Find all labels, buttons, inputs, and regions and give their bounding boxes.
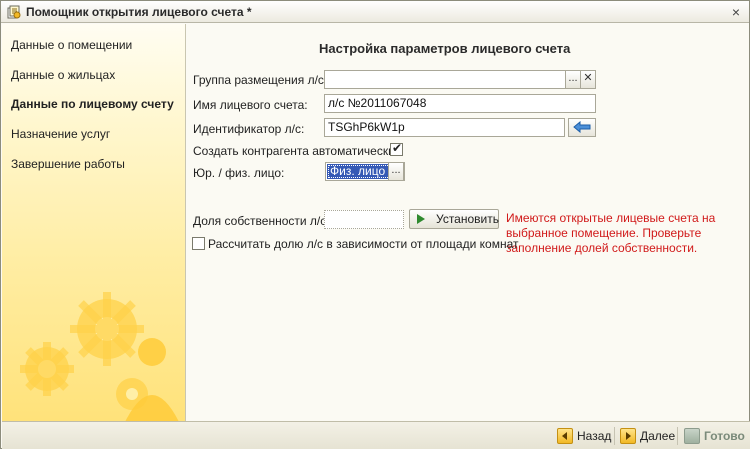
auto-contractor-label: Создать контрагента автоматически xyxy=(193,144,395,158)
back-button[interactable]: Назад xyxy=(557,427,612,445)
back-label: Назад xyxy=(577,429,612,443)
check-icon: ✔ xyxy=(392,141,403,155)
sidebar-item-residents[interactable]: Данные о жильцах xyxy=(11,68,115,82)
sidebar: Данные о помещении Данные о жильцах Данн… xyxy=(2,24,186,421)
auto-contractor-checkbox[interactable]: ✔ xyxy=(390,141,403,156)
group-label: Группа размещения л/с: xyxy=(193,73,328,87)
identifier-label: Идентификатор л/с: xyxy=(193,122,305,136)
by-area-checkbox[interactable] xyxy=(192,237,205,250)
sidebar-item-finish[interactable]: Завершение работы xyxy=(11,157,125,171)
by-area-label: Рассчитать долю л/с в зависимости от пло… xyxy=(208,237,519,251)
footer-divider xyxy=(677,427,678,445)
set-ownership-button[interactable]: Установить xyxy=(409,209,499,229)
main-panel: Настройка параметров лицевого счета Груп… xyxy=(187,24,749,421)
arrow-left-icon xyxy=(557,428,573,444)
set-ownership-label: Установить xyxy=(436,212,499,226)
footer-bar: Назад Далее Готово xyxy=(2,421,750,449)
done-button[interactable]: Готово xyxy=(684,427,746,445)
play-icon xyxy=(417,214,425,224)
page-title: Настройка параметров лицевого счета xyxy=(319,41,571,56)
account-name-field[interactable]: л/с №2011067048 xyxy=(324,94,596,113)
entity-type-label: Юр. / физ. лицо: xyxy=(193,166,285,180)
close-button[interactable]: × xyxy=(728,4,744,20)
group-clear-button[interactable]: ✕ xyxy=(580,70,596,89)
group-field[interactable] xyxy=(324,70,566,89)
next-label: Далее xyxy=(640,429,676,443)
assistant-window: Помощник открытия лицевого счета * × Дан… xyxy=(0,0,750,449)
footer-divider xyxy=(614,427,615,445)
sidebar-item-services[interactable]: Назначение услуг xyxy=(11,127,110,141)
arrow-left-icon xyxy=(573,120,591,134)
app-icon xyxy=(7,5,21,19)
next-button[interactable]: Далее xyxy=(620,427,675,445)
window-title: Помощник открытия лицевого счета * xyxy=(26,5,252,19)
ownership-label: Доля собственности л/с: xyxy=(193,214,330,228)
group-select-button[interactable]: ... xyxy=(565,70,581,89)
ownership-warning: Имеются открытые лицевые счета на выбран… xyxy=(506,211,716,255)
identifier-field[interactable]: TSGhP6kW1p xyxy=(324,118,565,137)
done-label: Готово xyxy=(704,429,745,443)
title-bar: Помощник открытия лицевого счета * × xyxy=(1,1,749,23)
sidebar-item-account-data[interactable]: Данные по лицевому счету xyxy=(11,97,174,111)
arrow-right-icon xyxy=(620,428,636,444)
ownership-field[interactable] xyxy=(324,210,404,229)
account-name-label: Имя лицевого счета: xyxy=(193,98,308,112)
generate-id-button[interactable] xyxy=(568,118,596,137)
entity-type-select-button[interactable]: ... xyxy=(388,162,404,181)
sidebar-item-premises[interactable]: Данные о помещении xyxy=(11,38,132,52)
gears-illustration xyxy=(20,292,179,421)
done-icon xyxy=(684,428,700,444)
